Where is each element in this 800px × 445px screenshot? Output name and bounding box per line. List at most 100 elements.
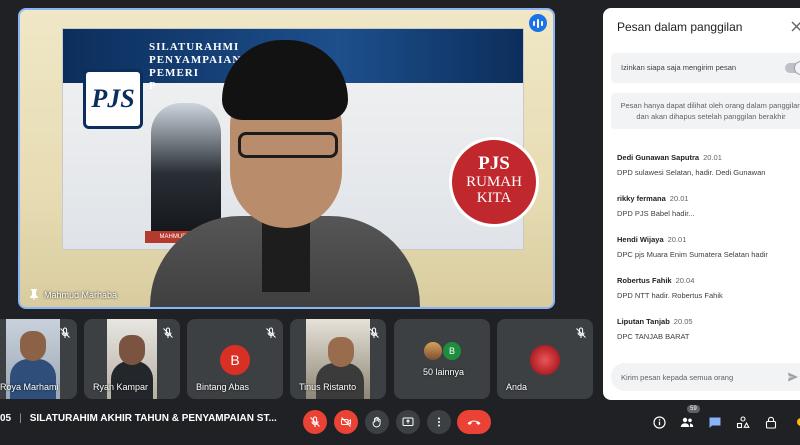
- message-sender: Dedi Gunawan Saputra: [617, 153, 700, 162]
- mic-off-icon: [266, 327, 276, 338]
- speaker-collar: [262, 222, 310, 292]
- mic-off-icon: [60, 327, 70, 338]
- chat-message-input[interactable]: [621, 369, 771, 385]
- speaker-name: Mahmud Marhaba: [44, 289, 118, 300]
- participant-tile[interactable]: Tinus Ristanto: [290, 319, 386, 399]
- message-header: rikky fermana 20.01: [617, 194, 800, 203]
- message-text: DPC TANJAB BARAT: [617, 332, 690, 341]
- circle-line: KITA: [476, 190, 512, 206]
- message-sender: rikky fermana: [617, 194, 666, 203]
- participant-tile[interactable]: B Bintang Abas: [187, 319, 283, 399]
- avatar: B: [443, 342, 461, 360]
- close-icon[interactable]: [791, 21, 800, 32]
- end-call-icon: [467, 420, 481, 425]
- message-sender: Hendi Wijaya: [617, 235, 664, 244]
- avatar: B: [220, 345, 250, 375]
- self-avatar: [530, 345, 560, 375]
- message-header: Liputan Tanjab 20.05: [617, 317, 800, 326]
- participant-name: Roya Marhami: [0, 382, 59, 392]
- message-time: 20.05: [673, 317, 693, 326]
- participant-name: Bintang Abas: [196, 382, 250, 392]
- message-text: DPC pjs Muara Enim Sumatera Selatan hadi…: [617, 250, 768, 259]
- participant-tile-self[interactable]: Anda: [497, 319, 593, 399]
- circle-line: PJS: [478, 153, 510, 174]
- avatar-photo: [424, 342, 442, 360]
- speaker-name-tag: Mahmud Marhaba: [30, 289, 117, 300]
- present-screen-icon: [402, 417, 414, 426]
- pin-icon[interactable]: [30, 289, 38, 300]
- info-icon: [652, 415, 666, 429]
- message-header: Robertus Fahik 20.04: [617, 276, 800, 285]
- toggle-knob: [794, 61, 800, 75]
- chat-button[interactable]: [707, 414, 723, 430]
- mic-off-icon: [369, 327, 379, 338]
- chat-message: Dedi Gunawan Saputra 20.01 DPD sulawesi S…: [617, 153, 800, 177]
- chat-notice-line: dan akan dihapus setelah panggilan berak…: [636, 112, 786, 121]
- people-icon: [680, 417, 694, 427]
- message-text: DPD NTT hadir. Robertus Fahik: [617, 291, 723, 300]
- mic-off-icon: [163, 327, 173, 338]
- message-header: Dedi Gunawan Saputra 20.01: [617, 153, 800, 162]
- camera-off-icon: [341, 417, 351, 427]
- participant-name: Tinus Ristanto: [299, 382, 357, 392]
- allow-messages-setting: Izinkan siapa saja mengirim pesan: [611, 53, 800, 83]
- meeting-title: SILATURAHIM AKHIR TAHUN & PENYAMPAIAN ST…: [29, 413, 277, 424]
- raise-hand-button[interactable]: [365, 410, 389, 434]
- send-icon[interactable]: [787, 371, 799, 383]
- mic-off-icon: [310, 416, 320, 427]
- camera-toggle-button[interactable]: [334, 410, 358, 434]
- mic-toggle-button[interactable]: [303, 410, 327, 434]
- chat-icon: [709, 417, 721, 428]
- message-text: DPD sulawesi Selatan, hadir. Dedi Gunawa…: [617, 168, 766, 177]
- message-header: Hendi Wijaya 20.01: [617, 235, 800, 244]
- chat-message: Robertus Fahik 20.04 DPD NTT hadir. Rober…: [617, 276, 800, 300]
- more-participants-label: 50 lainnya: [423, 367, 465, 377]
- message-time: 20.01: [667, 235, 687, 244]
- speaker-hair: [222, 40, 348, 120]
- more-options-button[interactable]: [427, 410, 451, 434]
- message-sender: Robertus Fahik: [617, 276, 672, 285]
- activities-icon: [736, 415, 750, 428]
- pjs-rumah-kita-logo: PJS RUMAH KITA: [449, 137, 539, 227]
- activities-button[interactable]: [735, 414, 751, 430]
- meeting-time: 05: [0, 413, 12, 424]
- participant-tile[interactable]: Ryan Kampar: [84, 319, 180, 399]
- circle-line: RUMAH: [466, 174, 522, 190]
- chat-message: Liputan Tanjab 20.05 DPC TANJAB BARAT: [617, 317, 800, 341]
- chat-input-box: [611, 363, 800, 391]
- pjs-logo: PJS: [83, 69, 143, 129]
- allow-messages-label: Izinkan siapa saja mengirim pesan: [621, 63, 737, 72]
- allow-messages-toggle[interactable]: [785, 61, 800, 75]
- people-button[interactable]: [679, 414, 695, 430]
- participant-name: Anda: [506, 382, 528, 392]
- message-time: 20.04: [675, 276, 695, 285]
- participant-tile[interactable]: Roya Marhami: [0, 319, 77, 399]
- speaker-glasses: [238, 132, 338, 158]
- meeting-details: 05 | SILATURAHIM AKHIR TAHUN & PENYAMPAI…: [0, 413, 277, 424]
- lock-icon: [765, 416, 777, 429]
- mic-off-icon: [576, 327, 586, 338]
- chat-notice-line: Pesan hanya dapat dilihat oleh orang dal…: [620, 101, 800, 110]
- user-dot-icon: [790, 414, 800, 430]
- participant-tile-more[interactable]: B 50 lainnya: [394, 319, 490, 399]
- message-sender: Liputan Tanjab: [617, 317, 670, 326]
- raise-hand-icon: [372, 416, 381, 428]
- message-time: 20.01: [669, 194, 689, 203]
- chat-notice: Pesan hanya dapat dilihat oleh orang dal…: [611, 93, 800, 129]
- speaker-figure: [150, 40, 420, 307]
- separator: |: [19, 413, 22, 424]
- audio-wave-icon: [529, 14, 547, 32]
- chat-panel: Pesan dalam panggilan Izinkan siapa saja…: [603, 8, 800, 400]
- chat-message: Hendi Wijaya 20.01 DPC pjs Muara Enim Sum…: [617, 235, 800, 259]
- chat-message: rikky fermana 20.01 DPD PJS Babel hadir..…: [617, 194, 800, 218]
- chat-panel-title: Pesan dalam panggilan: [617, 20, 743, 34]
- more-options-icon: [438, 417, 440, 427]
- main-speaker-video[interactable]: SILATURAHMI PENYAMPAIAN PEMERI P PJS MAH…: [18, 8, 555, 309]
- participant-name: Ryan Kampar: [93, 382, 149, 392]
- participant-count-badge: 59: [687, 405, 700, 413]
- present-screen-button[interactable]: [396, 410, 420, 434]
- leave-call-button[interactable]: [457, 410, 491, 434]
- message-text: DPD PJS Babel hadir...: [617, 209, 695, 218]
- meeting-info-button[interactable]: [651, 414, 667, 430]
- host-controls-button[interactable]: [763, 414, 779, 430]
